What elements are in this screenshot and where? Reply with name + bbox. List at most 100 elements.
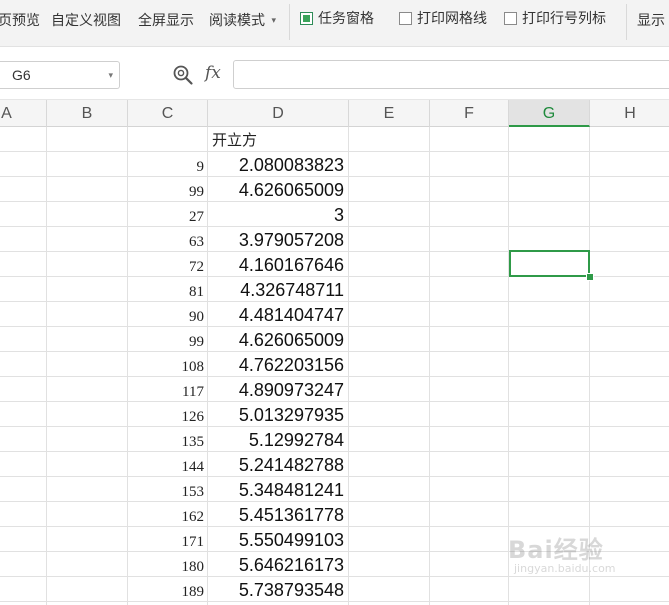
cell[interactable] — [349, 302, 430, 327]
cell[interactable] — [47, 427, 128, 452]
cell[interactable] — [590, 177, 669, 202]
print-headings-checkbox[interactable]: 打印行号列标 — [504, 8, 606, 28]
cell[interactable] — [47, 177, 128, 202]
display-button[interactable]: 显示 — [637, 10, 665, 30]
custom-view-button[interactable]: 自定义视图 — [51, 10, 121, 30]
cell[interactable] — [349, 277, 430, 302]
column-header-g[interactable]: G — [509, 100, 590, 127]
cell[interactable] — [590, 477, 669, 502]
cell[interactable] — [590, 127, 669, 152]
cell[interactable] — [0, 227, 47, 252]
cell[interactable] — [430, 177, 509, 202]
cell-cube-root[interactable]: 5.348481241 — [208, 477, 349, 502]
cell-cube-root[interactable]: 5.451361778 — [208, 502, 349, 527]
cell[interactable] — [349, 327, 430, 352]
cell[interactable] — [590, 502, 669, 527]
cell[interactable] — [430, 402, 509, 427]
cell[interactable] — [0, 152, 47, 177]
cell[interactable] — [430, 577, 509, 602]
cell-number[interactable]: 108 — [128, 352, 208, 377]
print-gridlines-checkbox[interactable]: 打印网格线 — [399, 8, 487, 28]
column-header-f[interactable]: F — [430, 100, 509, 127]
cell[interactable] — [590, 202, 669, 227]
cell[interactable] — [349, 427, 430, 452]
cell[interactable] — [0, 477, 47, 502]
column-header-d[interactable]: D — [208, 100, 349, 127]
cell[interactable] — [349, 352, 430, 377]
cell[interactable] — [0, 402, 47, 427]
cell[interactable] — [509, 402, 590, 427]
cell-cube-root[interactable]: 5.550499103 — [208, 527, 349, 552]
cell-number[interactable]: 162 — [128, 502, 208, 527]
cell[interactable] — [47, 502, 128, 527]
cell[interactable] — [349, 402, 430, 427]
cell-number[interactable]: 117 — [128, 377, 208, 402]
cell[interactable] — [349, 502, 430, 527]
cell[interactable] — [349, 577, 430, 602]
cell[interactable] — [430, 552, 509, 577]
cell[interactable] — [0, 327, 47, 352]
cell[interactable] — [509, 277, 590, 302]
cell[interactable] — [509, 377, 590, 402]
cell[interactable] — [0, 277, 47, 302]
cell[interactable] — [590, 377, 669, 402]
cell-number[interactable]: 72 — [128, 252, 208, 277]
cell[interactable] — [47, 277, 128, 302]
cell[interactable] — [0, 377, 47, 402]
column-header-a[interactable]: A — [0, 100, 47, 127]
cell[interactable] — [590, 452, 669, 477]
cell[interactable] — [509, 352, 590, 377]
cell-number[interactable]: 180 — [128, 552, 208, 577]
cell[interactable] — [349, 127, 430, 152]
cell[interactable] — [349, 377, 430, 402]
cell[interactable] — [430, 302, 509, 327]
cell[interactable] — [47, 327, 128, 352]
cell[interactable] — [349, 452, 430, 477]
cell[interactable] — [509, 477, 590, 502]
column-header-c[interactable]: C — [128, 100, 208, 127]
cell[interactable] — [47, 202, 128, 227]
cell[interactable] — [430, 202, 509, 227]
cell[interactable] — [0, 577, 47, 602]
cell[interactable] — [0, 352, 47, 377]
cell-number[interactable]: 171 — [128, 527, 208, 552]
cell[interactable] — [430, 277, 509, 302]
cell[interactable] — [349, 202, 430, 227]
cell-cube-root[interactable]: 5.738793548 — [208, 577, 349, 602]
cell[interactable] — [0, 552, 47, 577]
cell[interactable] — [590, 227, 669, 252]
chevron-down-icon[interactable]: ▾ — [108, 62, 113, 88]
cell[interactable] — [349, 552, 430, 577]
cell[interactable] — [509, 127, 590, 152]
fill-handle[interactable] — [586, 273, 594, 281]
cell-number[interactable]: 189 — [128, 577, 208, 602]
cell-number[interactable]: 81 — [128, 277, 208, 302]
cell[interactable] — [590, 152, 669, 177]
cell[interactable] — [509, 327, 590, 352]
cell[interactable] — [509, 427, 590, 452]
cell[interactable] — [47, 477, 128, 502]
cell[interactable] — [430, 477, 509, 502]
task-pane-checkbox[interactable]: 任务窗格 — [300, 8, 374, 28]
active-cell-g6[interactable] — [509, 250, 590, 277]
cell-cube-root[interactable]: 5.241482788 — [208, 452, 349, 477]
header-cell-cube-root[interactable]: 开立方 — [208, 127, 349, 152]
column-header-h[interactable]: H — [590, 100, 669, 127]
function-icon[interactable]: fx — [205, 63, 221, 83]
cell[interactable] — [509, 152, 590, 177]
cell[interactable] — [0, 527, 47, 552]
cell[interactable] — [509, 202, 590, 227]
cell-cube-root[interactable]: 2.080083823 — [208, 152, 349, 177]
reading-mode-button[interactable]: 阅读模式 ▾ — [209, 10, 276, 30]
cell[interactable] — [47, 302, 128, 327]
cell[interactable] — [509, 452, 590, 477]
cell-number[interactable]: 27 — [128, 202, 208, 227]
cell[interactable] — [590, 277, 669, 302]
cell[interactable] — [47, 527, 128, 552]
cell-number[interactable]: 90 — [128, 302, 208, 327]
cell[interactable] — [430, 527, 509, 552]
cell-number[interactable]: 99 — [128, 327, 208, 352]
cell-cube-root[interactable]: 4.626065009 — [208, 177, 349, 202]
cell-number[interactable]: 144 — [128, 452, 208, 477]
cell-cube-root[interactable]: 4.890973247 — [208, 377, 349, 402]
